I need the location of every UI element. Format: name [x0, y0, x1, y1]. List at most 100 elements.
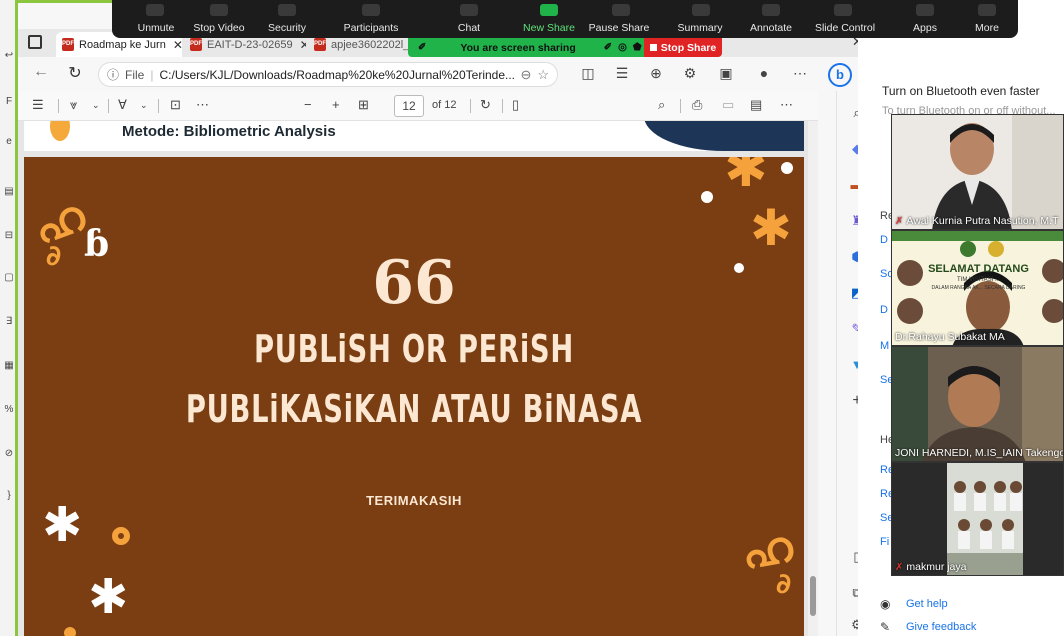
copilot-icon[interactable]: b	[828, 63, 852, 87]
decor-shape	[644, 121, 804, 151]
favorite-star-icon[interactable]: ☆	[537, 67, 549, 83]
unmute-button[interactable]: Unmute	[130, 22, 182, 34]
info-icon[interactable]: ⓘ	[107, 66, 119, 83]
mic-muted-icon: ✗	[895, 215, 904, 227]
annotate-button[interactable]: Annotate	[740, 22, 802, 34]
chevron-down-icon[interactable]: ⌄	[92, 100, 100, 111]
profile-avatar-icon[interactable]: ●	[754, 65, 774, 81]
welcome-banner-line: DALAM RANGKA AK... SECARA DARING	[931, 285, 1026, 291]
rotate-icon[interactable]: ↻	[480, 97, 491, 113]
new-share-button[interactable]: New Share	[518, 22, 580, 34]
refresh-icon[interactable]: ↻	[62, 63, 88, 83]
strip-icon: %	[4, 404, 14, 415]
security-button[interactable]: Security	[260, 22, 314, 34]
page-view-icon[interactable]: ▯	[512, 97, 519, 113]
related-link-fragment[interactable]: D	[880, 304, 888, 316]
divider	[470, 99, 471, 113]
more-options-icon[interactable]: ⋯	[780, 97, 793, 113]
close-tab-icon[interactable]: ✕	[173, 38, 182, 52]
save-icon[interactable]: ▭	[722, 97, 734, 113]
save-as-icon[interactable]: ▤	[750, 97, 762, 113]
participant-video	[892, 463, 1063, 575]
fit-page-icon[interactable]: ⊞	[358, 97, 369, 113]
split-screen-icon[interactable]: ◫	[578, 65, 598, 82]
chevron-down-icon[interactable]: ⌄	[140, 100, 148, 111]
slide-headline-line-1: PUBLiSH OR PERiSH	[254, 327, 574, 371]
divider	[108, 99, 109, 113]
tab-label: apjee3602202l_	[331, 38, 408, 51]
scrollbar-thumb[interactable]	[810, 576, 816, 616]
strip-icon: ⊘	[4, 448, 14, 459]
strip-icon: ∃	[5, 316, 13, 327]
print-icon[interactable]: ⎙	[692, 97, 702, 113]
participant-video	[892, 115, 1063, 229]
get-help-link[interactable]: ◉ Get help	[880, 597, 948, 611]
pin-icon: ✐	[418, 42, 427, 53]
divider	[680, 99, 681, 113]
more-menu-icon[interactable]: ⋯	[790, 65, 810, 82]
zoom-out-icon[interactable]: −	[304, 97, 312, 112]
favorites-icon[interactable]: ☰	[612, 65, 632, 82]
participants-button[interactable]: Participants	[338, 22, 404, 34]
slide-control-button[interactable]: Slide Control	[808, 22, 882, 34]
address-bar[interactable]: ⓘ File | C:/Users/KJL/Downloads/Roadmap%…	[98, 62, 558, 87]
stop-video-button[interactable]: Stop Video	[188, 22, 250, 34]
tab-actions-icon[interactable]	[28, 35, 42, 49]
browser-window: PDF Roadmap ke Jurn ✕ PDF EAIT-D-23-0265…	[18, 0, 876, 636]
related-link-fragment[interactable]: D	[880, 234, 888, 246]
search-icon[interactable]: ⌕	[658, 97, 665, 113]
slide-headline-line-2: PUBLiKASiKAN ATAU BiNASA	[185, 387, 643, 431]
pdf-scrollbar[interactable]	[808, 121, 818, 636]
mic-muted-icon: ✗	[895, 561, 904, 573]
pdf-toolbar: ☰ ⩔ ⌄ ∀ ⌄ ⊡ ⋯ − + ⊞ 12 of 12 ↻ ▯ ⌕ ⎙ ▭ ▤…	[18, 91, 818, 121]
zoom-in-icon[interactable]: +	[332, 97, 340, 112]
divider	[502, 99, 503, 113]
bluetooth-title: Turn on Bluetooth even faster	[882, 84, 1040, 98]
sharing-status-text: You are screen sharing	[460, 41, 576, 54]
video-tile[interactable]: ✗ makmur jaya	[891, 462, 1064, 576]
text-box-icon[interactable]: ⊡	[170, 97, 181, 113]
stop-icon	[649, 44, 657, 51]
extensions-icon[interactable]: ⚙	[680, 65, 700, 82]
shield-icon	[278, 4, 296, 16]
dot-decoration	[781, 162, 793, 174]
close-tab-icon[interactable]: ✕	[300, 38, 306, 52]
screen-sharing-banner[interactable]: ✐ You are screen sharing ✐ ◎ ⬟	[408, 38, 644, 57]
zoom-icon[interactable]: ⊖	[520, 67, 531, 83]
squiggle-decoration: ∂	[776, 567, 792, 600]
more-button[interactable]: More	[964, 22, 1010, 34]
apps-button[interactable]: Apps	[902, 22, 948, 34]
more-tools-icon[interactable]: ⋯	[196, 97, 209, 113]
back-icon[interactable]: ←	[28, 63, 54, 81]
video-tile[interactable]: SELAMAT DATANG TIM VISITASI ... DALAM RA…	[891, 230, 1064, 346]
participants-icon	[362, 4, 380, 16]
stop-share-button[interactable]: Stop Share	[644, 38, 722, 57]
collections-icon[interactable]: ⊕	[646, 65, 666, 82]
divider: |	[150, 67, 154, 82]
page-number-input[interactable]: 12	[394, 95, 424, 117]
background-window-strip: ↩ F e ▤ ⊟ ▢ ∃ ▦ % ⊘ }	[0, 0, 18, 636]
pdf-viewer[interactable]: Metode: Bibliometric Analysis ഹ ∂ ɓ ✱ ✱ …	[18, 121, 818, 636]
summary-button[interactable]: Summary	[668, 22, 732, 34]
highlight-icon[interactable]: ⩔	[70, 97, 77, 113]
previous-page-fragment: Metode: Bibliometric Analysis	[24, 121, 804, 151]
draw-icon[interactable]: ∀	[118, 97, 127, 113]
give-feedback-label: Give feedback	[906, 621, 977, 633]
related-link-fragment[interactable]: M	[880, 340, 889, 352]
help-link-fragment[interactable]: Fi	[880, 536, 889, 548]
screenshot-icon[interactable]: ▣	[716, 65, 736, 82]
video-gallery: ✗ Awal Kurnia Putra Nasution, M.T SELAMA…	[891, 114, 1064, 576]
participant-name: JONI HARNEDI, M.IS_IAIN Takengon	[895, 447, 1064, 459]
video-tile[interactable]: JONI HARNEDI, M.IS_IAIN Takengon	[891, 346, 1064, 462]
chat-button[interactable]: Chat	[446, 22, 492, 34]
contents-icon[interactable]: ☰	[32, 97, 44, 113]
slide-control-icon	[834, 4, 852, 16]
participant-name: ✗ Awal Kurnia Putra Nasution, M.T	[895, 215, 1059, 227]
page-total: of 12	[432, 99, 457, 111]
strip-icon: ⊟	[4, 230, 14, 241]
sharing-status-icons: ✐ ◎ ⬟	[604, 42, 642, 53]
video-tile[interactable]: ✗ Awal Kurnia Putra Nasution, M.T	[891, 114, 1064, 230]
pause-share-button[interactable]: Pause Share	[586, 22, 652, 34]
give-feedback-link[interactable]: ✎ Give feedback	[880, 620, 976, 634]
more-icon	[978, 4, 996, 16]
